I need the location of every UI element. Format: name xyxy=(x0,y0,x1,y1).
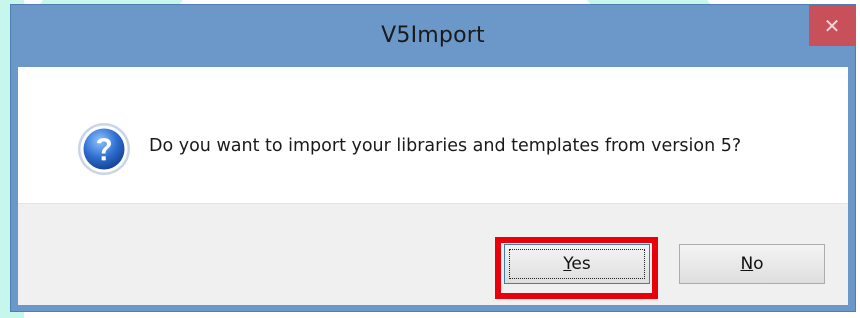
window-title: V5Import xyxy=(381,23,485,48)
highlight-box xyxy=(495,237,658,299)
no-accelerator: N xyxy=(740,254,754,274)
no-button[interactable]: No xyxy=(679,244,825,284)
title-bar[interactable]: V5Import ✕ xyxy=(11,5,855,67)
close-icon: ✕ xyxy=(823,13,841,38)
no-button-label: No xyxy=(740,254,763,274)
message-text: Do you want to import your libraries and… xyxy=(149,136,742,156)
question-icon xyxy=(78,123,130,175)
message-area: Do you want to import your libraries and… xyxy=(18,67,848,203)
no-label-rest: o xyxy=(753,254,764,274)
close-button[interactable]: ✕ xyxy=(809,5,855,46)
